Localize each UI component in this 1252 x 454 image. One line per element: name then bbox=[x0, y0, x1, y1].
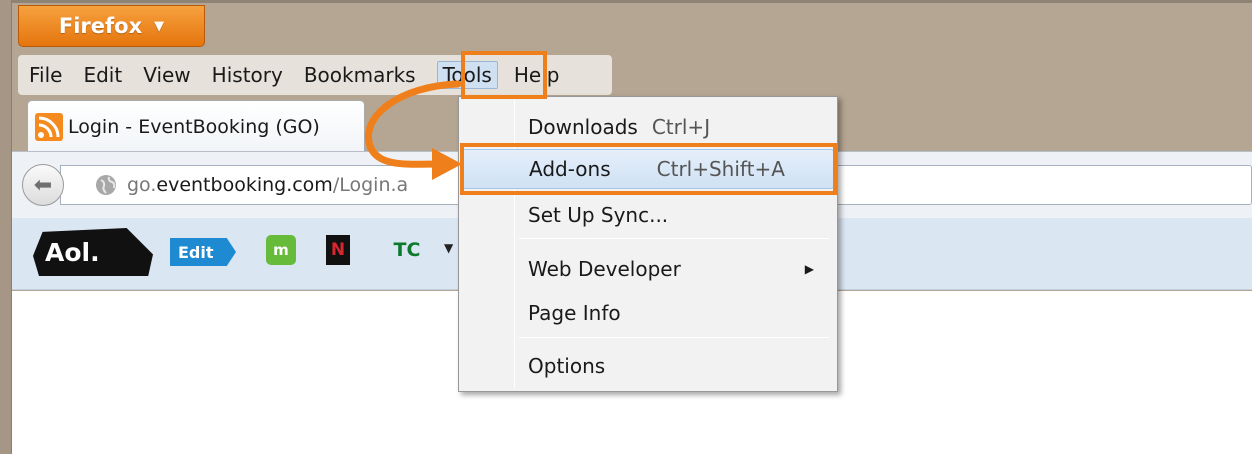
globe-icon bbox=[96, 175, 116, 195]
menu-separator bbox=[519, 337, 829, 338]
menu-separator bbox=[519, 238, 829, 239]
submenu-arrow-icon: ▶ bbox=[804, 262, 814, 276]
menu-history[interactable]: History bbox=[212, 63, 283, 87]
addons-highlight-box bbox=[460, 143, 837, 195]
menu-view[interactable]: View bbox=[143, 63, 190, 87]
menu-item-web-developer[interactable]: Web Developer ▶ bbox=[462, 249, 834, 289]
menu-item-page-info[interactable]: Page Info bbox=[462, 293, 834, 333]
downloads-label: Downloads bbox=[528, 115, 638, 139]
url-prefix: go. bbox=[127, 174, 157, 196]
firefox-button-label: Firefox bbox=[58, 14, 143, 38]
dropdown-caret-icon: ▼ bbox=[154, 18, 165, 34]
set-up-sync-label: Set Up Sync... bbox=[528, 203, 669, 227]
back-arrow-icon: ⬅ bbox=[33, 172, 53, 198]
window-frame-top bbox=[0, 0, 1252, 3]
green-m-bookmark[interactable]: m bbox=[266, 235, 296, 265]
window-frame-left bbox=[0, 0, 12, 454]
url-domain: eventbooking.com bbox=[156, 174, 333, 196]
menu-file[interactable]: File bbox=[29, 63, 62, 87]
rss-feed-icon bbox=[35, 112, 63, 141]
pointer-arrow-icon bbox=[365, 80, 462, 180]
tab-title: Login - EventBooking (GO) bbox=[68, 115, 320, 138]
tools-dropdown-menu: Downloads Ctrl+J Add-ons Ctrl+Shift+A Se… bbox=[458, 96, 838, 392]
options-label: Options bbox=[528, 354, 606, 378]
menu-edit[interactable]: Edit bbox=[83, 63, 122, 87]
techcrunch-bookmark[interactable]: TC bbox=[388, 235, 426, 265]
bookmark-dropdown-icon[interactable]: ▼ bbox=[444, 241, 453, 255]
web-developer-label: Web Developer bbox=[528, 257, 681, 281]
firefox-menu-button[interactable]: Firefox ▼ bbox=[18, 5, 205, 47]
menu-item-downloads[interactable]: Downloads Ctrl+J bbox=[462, 107, 834, 147]
netflix-bookmark[interactable]: N bbox=[326, 235, 350, 265]
menu-item-options[interactable]: Options bbox=[462, 346, 834, 386]
browser-tab[interactable]: Login - EventBooking (GO) bbox=[27, 100, 365, 152]
menu-item-set-up-sync[interactable]: Set Up Sync... bbox=[462, 195, 834, 235]
downloads-shortcut: Ctrl+J bbox=[651, 115, 711, 139]
edit-bookmark[interactable]: Edit bbox=[170, 238, 236, 266]
back-button[interactable]: ⬅ bbox=[22, 164, 64, 206]
page-info-label: Page Info bbox=[528, 301, 621, 325]
